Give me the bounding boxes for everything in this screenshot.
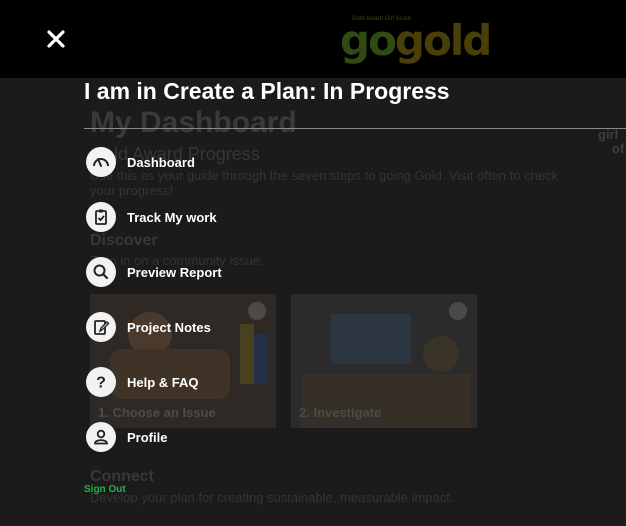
discover-heading: Discover <box>90 232 158 249</box>
connect-text: Develop your plan for creating sustainab… <box>90 490 454 505</box>
menu-item-preview-report[interactable]: Preview Report <box>86 256 222 288</box>
top-bar: Gold Award Girl Scout gogold <box>0 0 626 78</box>
close-icon <box>47 30 65 48</box>
gogold-logo: Gold Award Girl Scout gogold <box>340 14 492 64</box>
close-menu-button[interactable] <box>44 27 68 51</box>
sign-out-link[interactable]: Sign Out <box>84 484 126 495</box>
user-icon <box>86 422 116 452</box>
svg-text:?: ? <box>96 375 106 392</box>
clipboard-check-icon <box>86 202 116 232</box>
menu-item-label: Project Notes <box>127 319 211 335</box>
menu-item-label: Help & FAQ <box>127 374 199 390</box>
menu-item-dashboard[interactable]: Dashboard <box>86 146 195 178</box>
card-check-icon <box>248 302 266 320</box>
step-card-investigate: 2. Investigate <box>291 294 477 428</box>
menu-status-title: I am in Create a Plan: In Progress <box>84 78 450 104</box>
menu-item-help-faq[interactable]: ? Help & FAQ <box>86 366 199 398</box>
divider <box>84 128 626 129</box>
logo-wordmark: gogold <box>340 16 492 65</box>
card-label: 2. Investigate <box>299 405 382 420</box>
edit-note-icon <box>86 312 116 342</box>
menu-item-profile[interactable]: Profile <box>86 421 167 453</box>
menu-item-track-my-work[interactable]: Track My work <box>86 201 217 233</box>
dashboard-title: My Dashboard <box>90 106 297 139</box>
menu-item-project-notes[interactable]: Project Notes <box>86 311 211 343</box>
menu-item-label: Dashboard <box>127 154 195 170</box>
speedometer-icon <box>86 147 116 177</box>
card-check-icon <box>449 302 467 320</box>
card-label: 1. Choose an Issue <box>98 405 216 420</box>
menu-item-label: Preview Report <box>127 264 222 280</box>
menu-item-label: Track My work <box>127 209 217 225</box>
question-icon: ? <box>86 367 116 397</box>
search-icon <box>86 257 116 287</box>
menu-item-label: Profile <box>127 429 168 445</box>
side-text: girl of <box>598 127 625 156</box>
